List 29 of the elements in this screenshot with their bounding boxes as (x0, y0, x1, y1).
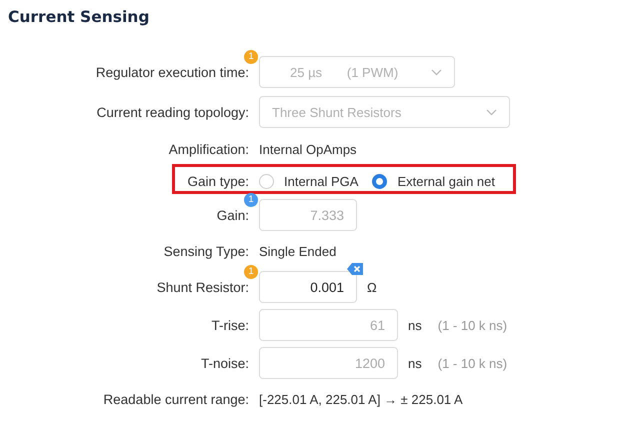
field-label: T-noise: (200, 356, 249, 370)
radio-label[interactable]: External gain net (397, 174, 496, 188)
range-hint: (1 - 10 k ns) (438, 356, 508, 370)
field-value: [-225.01 A, 225.01 A] → ± 225.01 A (259, 392, 463, 406)
clear-icon[interactable] (347, 263, 363, 275)
count-badge: 1 (244, 192, 258, 206)
input-field[interactable]: 0.001 (259, 271, 357, 303)
field-label: Shunt Resistor: (156, 280, 249, 294)
field-label: Gain type: (187, 174, 249, 188)
radio-button[interactable] (372, 174, 388, 188)
field-label: Regulator execution time: (96, 64, 249, 80)
count-badge: 1 (244, 264, 258, 278)
section-title: Current Sensing (8, 8, 150, 26)
count-badge: 1 (244, 50, 258, 64)
unit-label: ns (408, 318, 422, 332)
field-value: Single Ended (259, 244, 336, 258)
unit-label: Ω (367, 280, 377, 294)
field-label: Amplification: (168, 142, 249, 156)
field-value: Internal OpAmps (259, 142, 357, 156)
range-hint: (1 - 10 k ns) (438, 318, 508, 332)
unit-label: ns (408, 356, 422, 370)
field-label: T-rise: (211, 318, 249, 332)
field-label: Current reading topology: (96, 104, 249, 120)
chevron-icon (431, 68, 442, 76)
radio-label[interactable]: Internal PGA (284, 174, 358, 188)
field-label: Readable current range: (103, 392, 249, 406)
field-label: Gain: (216, 208, 249, 222)
field-label: Sensing Type: (164, 244, 249, 258)
chevron-icon (486, 108, 497, 116)
